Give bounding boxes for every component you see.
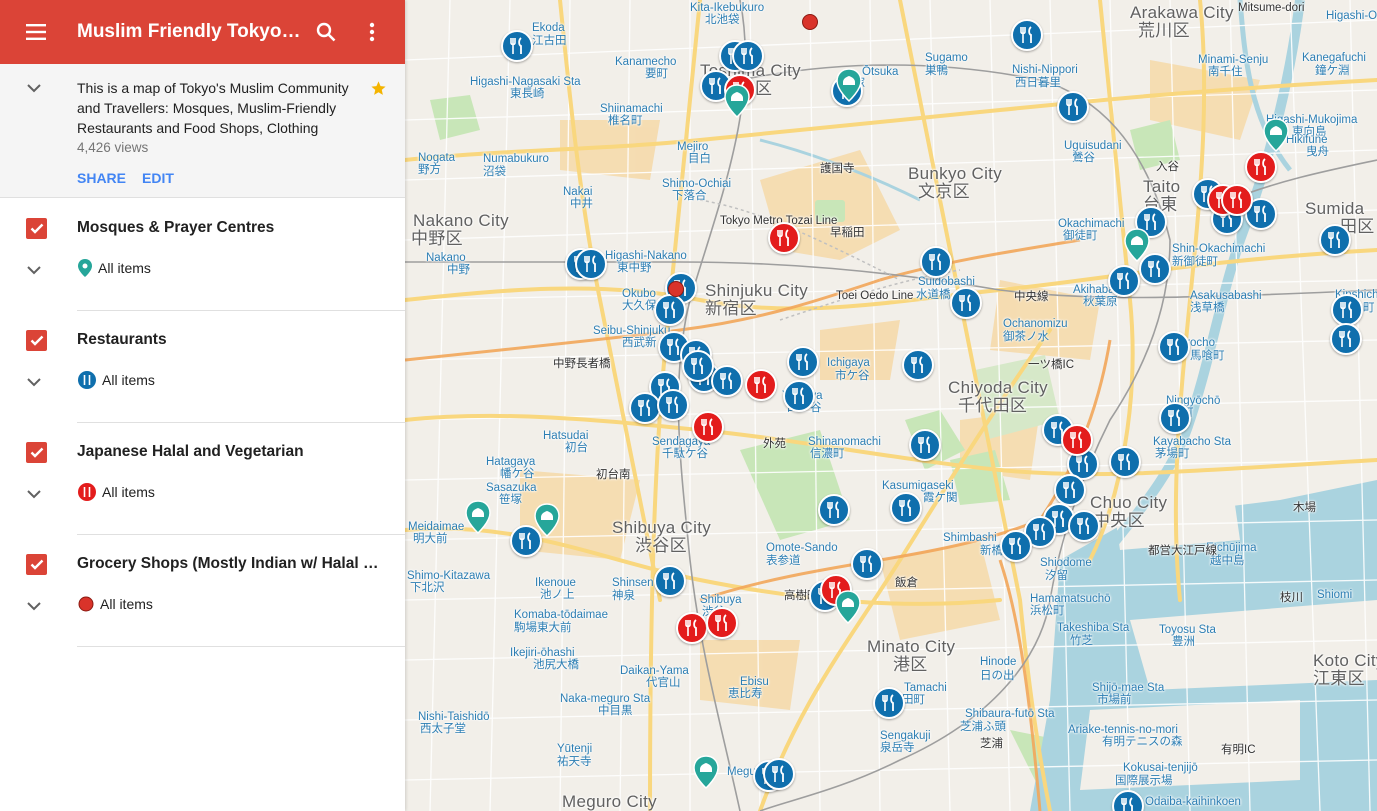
layer-all-items[interactable]: All items	[78, 370, 155, 390]
restaurant-marker-icon[interactable]	[682, 350, 714, 382]
restaurant-marker-icon[interactable]	[654, 294, 686, 326]
restaurant-marker-icon[interactable]	[1011, 19, 1043, 51]
restaurant-marker-icon[interactable]	[575, 248, 607, 280]
layer-name: Restaurants	[77, 331, 167, 348]
restaurant-marker-icon[interactable]	[1330, 323, 1362, 355]
mosque-marker-icon[interactable]	[836, 68, 862, 103]
restaurant-marker-icon[interactable]	[1054, 474, 1086, 506]
restaurant-marker-icon[interactable]	[783, 380, 815, 412]
restaurant-marker-icon[interactable]	[1000, 530, 1032, 562]
restaurant-marker-icon[interactable]	[1331, 294, 1363, 326]
mosque-marker-icon[interactable]	[1263, 118, 1289, 153]
mosque-marker-icon[interactable]	[465, 500, 491, 535]
layer-items-label: All items	[102, 372, 155, 388]
halal-restaurant-marker-icon[interactable]	[1061, 424, 1093, 456]
layer-name: Grocery Shops (Mostly Indian w/ Halal F.…	[77, 555, 381, 572]
halal-restaurant-marker-icon[interactable]	[745, 369, 777, 401]
restaurant-marker-icon[interactable]	[1057, 91, 1089, 123]
restaurant-marker-icon[interactable]	[711, 365, 743, 397]
layer-checkbox[interactable]	[26, 330, 47, 351]
restaurant-marker-icon[interactable]	[873, 687, 905, 719]
layer-name: Mosques & Prayer Centres	[77, 219, 275, 236]
layer-all-items[interactable]: All items	[78, 594, 153, 614]
layer-items-label: All items	[102, 484, 155, 500]
divider	[77, 646, 405, 647]
restaurant-marker-icon[interactable]	[763, 758, 795, 790]
layer-checkbox[interactable]	[26, 442, 47, 463]
chevron-down-icon[interactable]	[26, 374, 42, 392]
search-icon[interactable]	[303, 0, 349, 64]
restaurant-marker-icon[interactable]	[1108, 265, 1140, 297]
layer-items-label: All items	[98, 260, 151, 276]
restaurant-marker-icon[interactable]	[950, 287, 982, 319]
halal-restaurant-marker-icon[interactable]	[1221, 184, 1253, 216]
layer-items-label: All items	[100, 596, 153, 612]
layer-all-items[interactable]: All items	[78, 482, 155, 502]
restaurant-marker-icon[interactable]	[902, 349, 934, 381]
layer-mosques: Mosques & Prayer Centres All items	[0, 198, 405, 311]
grocery-shop-marker-icon[interactable]	[668, 281, 684, 297]
red-restaurant-icon	[78, 483, 96, 501]
layer-checkbox[interactable]	[26, 218, 47, 239]
mosque-marker-icon[interactable]	[1124, 228, 1150, 263]
layer-japanese-halal: Japanese Halal and Vegetarian All items	[0, 422, 405, 535]
restaurant-marker-icon[interactable]	[890, 492, 922, 524]
red-dot-icon	[78, 596, 94, 612]
halal-restaurant-marker-icon[interactable]	[1245, 151, 1277, 183]
chevron-down-icon[interactable]	[26, 598, 42, 616]
description-actions: SHARE EDIT	[77, 170, 385, 186]
top-bar: Muslim Friendly Tokyo: ...	[0, 0, 405, 64]
sidebar: Muslim Friendly Tokyo: ... This is a map…	[0, 0, 405, 811]
chevron-down-icon[interactable]	[26, 486, 42, 504]
map-description: This is a map of Tokyo's Muslim Communit…	[77, 80, 349, 136]
restaurant-marker-icon[interactable]	[1159, 402, 1191, 434]
more-vert-icon[interactable]	[349, 0, 395, 64]
restaurant-marker-icon[interactable]	[920, 246, 952, 278]
layer-all-items[interactable]: All items	[78, 258, 151, 278]
chevron-down-icon[interactable]	[26, 262, 42, 280]
layer-grocery-shops: Grocery Shops (Mostly Indian w/ Halal F.…	[0, 534, 405, 647]
restaurant-marker-icon[interactable]	[1109, 446, 1141, 478]
mosque-pin-icon	[78, 259, 92, 277]
restaurant-marker-icon[interactable]	[787, 346, 819, 378]
restaurant-marker-icon[interactable]	[501, 30, 533, 62]
mosque-marker-icon[interactable]	[835, 590, 861, 625]
halal-restaurant-marker-icon[interactable]	[692, 411, 724, 443]
view-count: 4,426 views	[77, 140, 149, 155]
restaurant-marker-icon[interactable]	[654, 565, 686, 597]
halal-restaurant-marker-icon[interactable]	[676, 612, 708, 644]
edit-button[interactable]: EDIT	[142, 170, 174, 186]
restaurant-marker-icon[interactable]	[1158, 331, 1190, 363]
star-icon[interactable]	[370, 80, 387, 102]
mosque-marker-icon[interactable]	[534, 503, 560, 538]
layer-name: Japanese Halal and Vegetarian	[77, 443, 304, 460]
map-description-panel: This is a map of Tokyo's Muslim Communit…	[0, 64, 405, 198]
share-button[interactable]: SHARE	[77, 170, 126, 186]
halal-restaurant-marker-icon[interactable]	[768, 222, 800, 254]
chevron-down-icon[interactable]	[26, 80, 42, 98]
restaurant-marker-icon[interactable]	[818, 494, 850, 526]
restaurant-marker-icon[interactable]	[732, 40, 764, 72]
mosque-marker-icon[interactable]	[724, 84, 750, 119]
map-canvas[interactable]: Nakano City 中野区 Shinjuku City 新宿区 Bunkyo Cit…	[405, 0, 1377, 811]
map-app: Nakano City 中野区 Shinjuku City 新宿区 Bunkyo Cit…	[0, 0, 1377, 811]
restaurant-marker-icon[interactable]	[1068, 510, 1100, 542]
menu-icon[interactable]	[0, 0, 74, 64]
restaurant-marker-icon[interactable]	[1319, 224, 1351, 256]
grocery-shop-marker-icon[interactable]	[802, 14, 818, 30]
restaurant-marker-icon[interactable]	[851, 548, 883, 580]
map-title: Muslim Friendly Tokyo: ...	[77, 21, 303, 42]
halal-restaurant-marker-icon[interactable]	[706, 607, 738, 639]
mosque-marker-icon[interactable]	[693, 755, 719, 790]
restaurant-marker-icon[interactable]	[629, 392, 661, 424]
layer-restaurants: Restaurants All items	[0, 310, 405, 423]
restaurant-marker-icon[interactable]	[909, 429, 941, 461]
restaurant-marker-icon[interactable]	[657, 389, 689, 421]
layer-checkbox[interactable]	[26, 554, 47, 575]
blue-restaurant-icon	[78, 371, 96, 389]
